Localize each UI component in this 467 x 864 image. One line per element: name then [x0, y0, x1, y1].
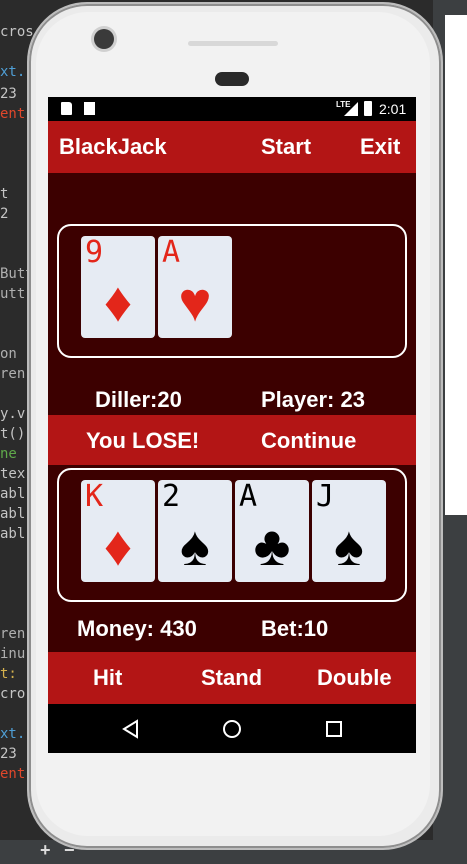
home-icon[interactable]	[222, 719, 242, 739]
card-rank: 2	[162, 479, 181, 514]
card-rank: K	[85, 479, 104, 514]
ide-code-line: utt	[0, 286, 26, 302]
card-rank: J	[316, 479, 335, 514]
card-rank: A	[162, 235, 181, 270]
ide-code-line: ent	[0, 766, 26, 782]
status-bar: LTE 2:01	[48, 97, 416, 121]
dealer-score: Diller:20	[95, 387, 182, 412]
start-button[interactable]: Start	[261, 134, 311, 160]
exit-button[interactable]: Exit	[360, 134, 400, 160]
card-rank: 9	[85, 235, 104, 270]
ide-code-line: cro	[0, 686, 26, 702]
ide-code-line: xt.	[0, 64, 26, 80]
front-camera	[94, 29, 114, 49]
money-label: Money: 430	[77, 616, 197, 641]
dealer-card: 9 ♦	[81, 236, 155, 338]
ide-code-line: y.v	[0, 406, 26, 422]
ide-code-line: 23	[0, 746, 17, 762]
player-card: 2 ♠	[158, 480, 232, 582]
speaker-grill	[188, 41, 278, 46]
ide-code-line: ren	[0, 366, 26, 382]
dealer-hand-area: 9 ♦ A ♥	[57, 224, 407, 358]
back-icon[interactable]	[121, 719, 139, 739]
earpiece	[215, 72, 249, 86]
sd-card-icon	[61, 102, 72, 115]
ide-code-line: inu	[0, 646, 26, 662]
player-score: Player: 23	[261, 387, 365, 412]
recent-apps-icon[interactable]	[325, 720, 343, 738]
app-screen: LTE 2:01 BlackJack Start Exit 9 ♦ A ♥ Di…	[48, 97, 416, 753]
ide-code-line: 23	[0, 86, 17, 102]
ide-code-line: t:	[0, 666, 17, 682]
spade-suit-icon: ♠	[334, 514, 364, 577]
hit-button[interactable]: Hit	[93, 665, 122, 691]
action-bar: Hit Stand Double	[48, 652, 416, 704]
card-rank: A	[239, 479, 258, 514]
player-card: K ♦	[81, 480, 155, 582]
ide-code-line: abl	[0, 486, 26, 502]
ide-preview-panel	[445, 15, 467, 515]
double-button[interactable]: Double	[317, 665, 392, 691]
signal-icon	[344, 102, 358, 116]
app-title: BlackJack	[59, 134, 167, 159]
result-message: You LOSE!	[86, 428, 200, 453]
diamond-suit-icon: ♦	[103, 270, 133, 333]
ide-code-line: t	[0, 186, 9, 202]
ide-code-line: t()	[0, 426, 26, 442]
status-time: 2:01	[379, 101, 407, 117]
club-suit-icon: ♣	[253, 514, 291, 577]
ide-code-line: tex	[0, 466, 26, 482]
navigation-bar	[48, 704, 416, 753]
stand-button[interactable]: Stand	[201, 665, 262, 691]
ide-code-line: abl	[0, 526, 26, 542]
ide-code-line: 2	[0, 206, 9, 222]
ide-code-line: on	[0, 346, 17, 362]
app-notification-icon	[84, 102, 95, 115]
continue-button[interactable]: Continue	[261, 428, 356, 454]
ide-code-line: xt.	[0, 726, 26, 742]
ide-code-line: ren	[0, 626, 26, 642]
result-bar: You LOSE! Continue	[48, 415, 416, 465]
heart-suit-icon: ♥	[178, 270, 212, 333]
player-hand-area: K ♦ 2 ♠ A ♣ J ♠	[57, 468, 407, 602]
dealer-card: A ♥	[158, 236, 232, 338]
ide-code-line: ent	[0, 106, 26, 122]
player-card: A ♣	[235, 480, 309, 582]
ide-code-line: ne	[0, 446, 17, 462]
bet-label: Bet:10	[261, 616, 329, 641]
spade-suit-icon: ♠	[180, 514, 210, 577]
header-bar: BlackJack Start Exit	[48, 121, 416, 173]
battery-icon	[364, 101, 372, 116]
diamond-suit-icon: ♦	[103, 514, 133, 577]
ide-add-button[interactable]: +	[40, 840, 51, 861]
player-card: J ♠	[312, 480, 386, 582]
ide-code-line: abl	[0, 506, 26, 522]
ide-code-line: cros	[0, 24, 34, 40]
